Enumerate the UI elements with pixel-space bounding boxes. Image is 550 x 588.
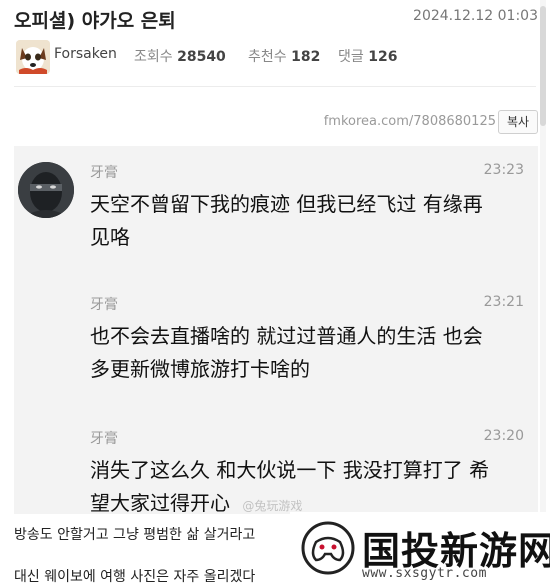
post-url[interactable]: fmkorea.com/7808680125	[324, 114, 496, 129]
post-title: 오피셜) 야가오 은퇴	[14, 10, 176, 32]
scrollbar-thumb[interactable]	[540, 6, 546, 126]
view-count-label: 조회수	[134, 49, 173, 65]
post-date: 2024.12.12 01:03	[413, 8, 538, 24]
author-avatar[interactable]	[16, 40, 50, 74]
view-count: 조회수 28540	[134, 46, 226, 66]
image-watermark: @兔玩游戏	[242, 499, 303, 513]
post-body-line: 대신 웨이보에 여행 사진은 자주 올리겠다	[14, 569, 256, 585]
comment-text-line: 多更新微博旅游打卡啥的	[90, 357, 310, 381]
header-divider	[14, 86, 536, 87]
comment-time: 23:20	[483, 428, 524, 444]
comment-text: 也不会去直播啥的 就过过普通人的生活 也会 多更新微博旅游打卡啥的	[90, 320, 483, 386]
like-count-label: 추천수	[248, 49, 287, 65]
comment-author: 牙膏	[90, 165, 118, 181]
masked-person-icon	[18, 162, 74, 218]
dog-avatar-icon	[16, 40, 50, 74]
commenter-avatar	[18, 162, 74, 218]
comment-count-label: 댓글	[338, 49, 364, 65]
like-count-value: 182	[291, 49, 321, 65]
comment-time: 23:21	[483, 294, 524, 310]
comment-text-line: 天空不曾留下我的痕迹 但我已经飞过 有缘再	[90, 192, 483, 216]
view-count-value: 28540	[177, 49, 226, 65]
embedded-weibo-screenshot: 牙膏 23:23 天空不曾留下我的痕迹 但我已经飞过 有缘再 见咯 牙膏 23:…	[14, 146, 538, 514]
comment-author: 牙膏	[90, 297, 118, 313]
comment-author: 牙膏	[90, 431, 118, 447]
comment-count[interactable]: 댓글 126	[338, 46, 397, 66]
comment-text: 天空不曾留下我的痕迹 但我已经飞过 有缘再 见咯	[90, 188, 483, 254]
comment-time: 23:23	[483, 162, 524, 178]
comment-count-value: 126	[368, 49, 398, 65]
comment-text-line: 消失了这么久 和大伙说一下 我没打算打了 希	[90, 458, 490, 482]
comment-text-line: 见咯	[90, 225, 130, 249]
comment-text: 消失了这么久 和大伙说一下 我没打算打了 希 望大家过得开心 @兔玩游戏	[90, 454, 489, 514]
like-count: 추천수 182	[248, 46, 320, 66]
comment-text-line-wrap: 望大家过得开心 @兔玩游戏	[90, 487, 489, 514]
site-logo-url: www.sxsgytr.com	[362, 566, 487, 581]
comment-text-line: 也不会去直播啥的 就过过普通人的生活 也会	[90, 324, 483, 348]
author-name[interactable]: Forsaken	[54, 46, 117, 62]
copy-url-button[interactable]: 복사	[498, 110, 538, 134]
post-body-line: 방송도 안할거고 그냥 평범한 삶 살거라고	[14, 527, 256, 543]
gamepad-logo-icon	[301, 521, 355, 575]
comment-text-line: 望大家过得开心	[90, 491, 230, 514]
